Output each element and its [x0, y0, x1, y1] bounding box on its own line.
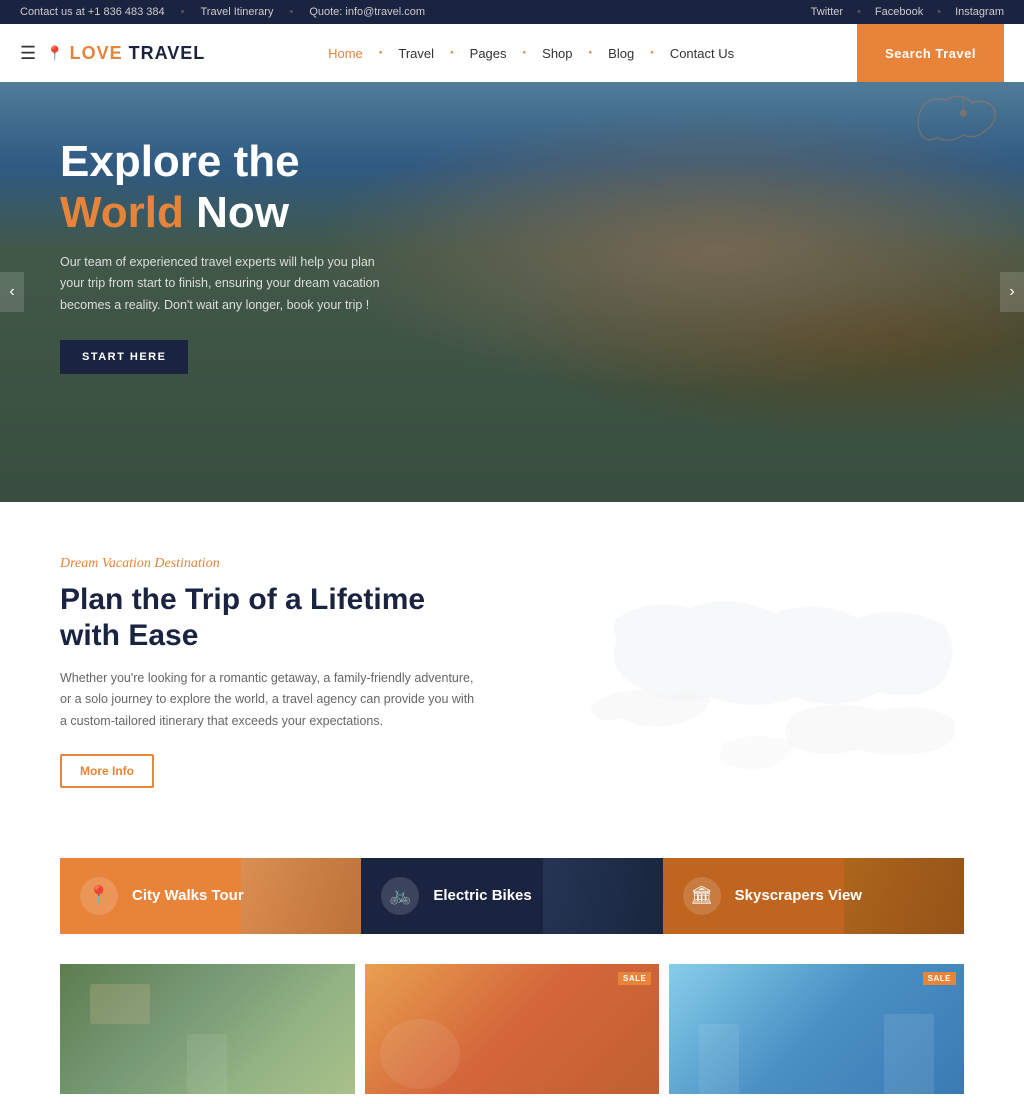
world-map-decoration	[564, 532, 984, 828]
nav-blog-label: Blog	[608, 46, 634, 61]
nav-pages[interactable]: Pages	[458, 40, 519, 67]
facebook-link[interactable]: Facebook	[875, 6, 923, 18]
location-icon: 📍	[46, 45, 63, 62]
contact-info: Contact us at +1 836 483 384	[20, 6, 165, 18]
skyscrapers-label: Skyscrapers View	[735, 887, 862, 904]
city-walks-icon: 📍	[80, 877, 118, 915]
section-desc: Whether you're looking for a romantic ge…	[60, 668, 480, 732]
sale-badge-1: SALE	[618, 972, 651, 985]
electric-bikes-bg-image	[543, 858, 663, 934]
hero-section: Explore the World Now Our team of experi…	[0, 82, 1024, 502]
header-left: ☰ 📍 LOVE TRAVEL	[20, 43, 205, 64]
top-bar-right: Twitter • Facebook • Instagram	[811, 6, 1004, 18]
twitter-link[interactable]: Twitter	[811, 6, 843, 18]
nav-contact[interactable]: Contact Us	[658, 40, 746, 67]
nav-travel[interactable]: Travel	[386, 40, 446, 67]
header: ☰ 📍 LOVE TRAVEL Home ● Travel ● Pages ● …	[0, 24, 1024, 82]
nav-shop[interactable]: Shop	[530, 40, 584, 67]
instagram-link[interactable]: Instagram	[955, 6, 1004, 18]
hamburger-menu[interactable]: ☰	[20, 43, 36, 64]
electric-bikes-icon: 🚲	[381, 877, 419, 915]
city-walks-label: City Walks Tour	[132, 887, 244, 904]
nav-home-label: Home	[328, 46, 363, 61]
map-decoration	[914, 87, 1004, 157]
hero-title-line1: Explore the	[60, 137, 300, 186]
top-bar: Contact us at +1 836 483 384 • Travel It…	[0, 0, 1024, 24]
main-nav: Home ● Travel ● Pages ● Shop ● Blog ● Co…	[316, 40, 746, 67]
nav-dot-2: ●	[450, 50, 454, 56]
hero-prev-arrow[interactable]: ‹	[0, 272, 24, 312]
nav-contact-label: Contact Us	[670, 46, 734, 61]
nav-dot-1: ●	[379, 50, 383, 56]
nav-dot-3: ●	[523, 50, 527, 56]
hero-title-orange: World	[60, 188, 184, 237]
hero-title-white: Now	[184, 188, 289, 237]
sep-social-1: •	[857, 6, 861, 18]
nav-home[interactable]: Home	[316, 40, 375, 67]
dream-section: Dream Vacation Destination Plan the Trip…	[0, 502, 1024, 828]
section-title: Plan the Trip of a Lifetime with Ease	[60, 582, 460, 654]
nav-dot-4: ●	[589, 50, 593, 56]
hero-cta-button[interactable]: START HERE	[60, 340, 188, 374]
city-walks-bg-image	[241, 858, 361, 934]
hero-title: Explore the World Now	[60, 137, 400, 238]
sale-badge-2: SALE	[923, 972, 956, 985]
tour-cards-row: 📍 City Walks Tour 🚲 Electric Bikes 🏛 Sky…	[60, 858, 964, 934]
logo[interactable]: 📍 LOVE TRAVEL	[46, 43, 205, 64]
nav-pages-label: Pages	[470, 46, 507, 61]
gallery-row: SALE SALE	[60, 964, 964, 1094]
nav-blog[interactable]: Blog	[596, 40, 646, 67]
sep-social-2: •	[937, 6, 941, 18]
tour-card-city-walks[interactable]: 📍 City Walks Tour	[60, 858, 361, 934]
top-bar-left: Contact us at +1 836 483 384 • Travel It…	[20, 6, 425, 18]
gallery-item-1[interactable]	[60, 964, 355, 1094]
nav-shop-label: Shop	[542, 46, 572, 61]
separator-2: •	[289, 6, 293, 18]
skyscrapers-icon: 🏛	[683, 877, 721, 915]
gallery-item-2[interactable]: SALE	[365, 964, 660, 1094]
tour-card-skyscrapers[interactable]: 🏛 Skyscrapers View	[663, 858, 964, 934]
hero-next-arrow[interactable]: ›	[1000, 272, 1024, 312]
hero-content: Explore the World Now Our team of experi…	[60, 137, 400, 374]
separator-1: •	[181, 6, 185, 18]
hero-subtitle: Our team of experienced travel experts w…	[60, 252, 400, 316]
logo-text: LOVE TRAVEL	[70, 43, 206, 64]
more-info-button[interactable]: More Info	[60, 754, 154, 788]
tour-card-electric-bikes[interactable]: 🚲 Electric Bikes	[361, 858, 662, 934]
search-travel-button[interactable]: Search Travel	[857, 24, 1004, 82]
nav-travel-label: Travel	[398, 46, 434, 61]
itinerary-link[interactable]: Travel Itinerary	[201, 6, 274, 18]
gallery-item-3[interactable]: SALE	[669, 964, 964, 1094]
quote-info: Quote: info@travel.com	[309, 6, 425, 18]
electric-bikes-label: Electric Bikes	[433, 887, 531, 904]
nav-dot-5: ●	[650, 50, 654, 56]
